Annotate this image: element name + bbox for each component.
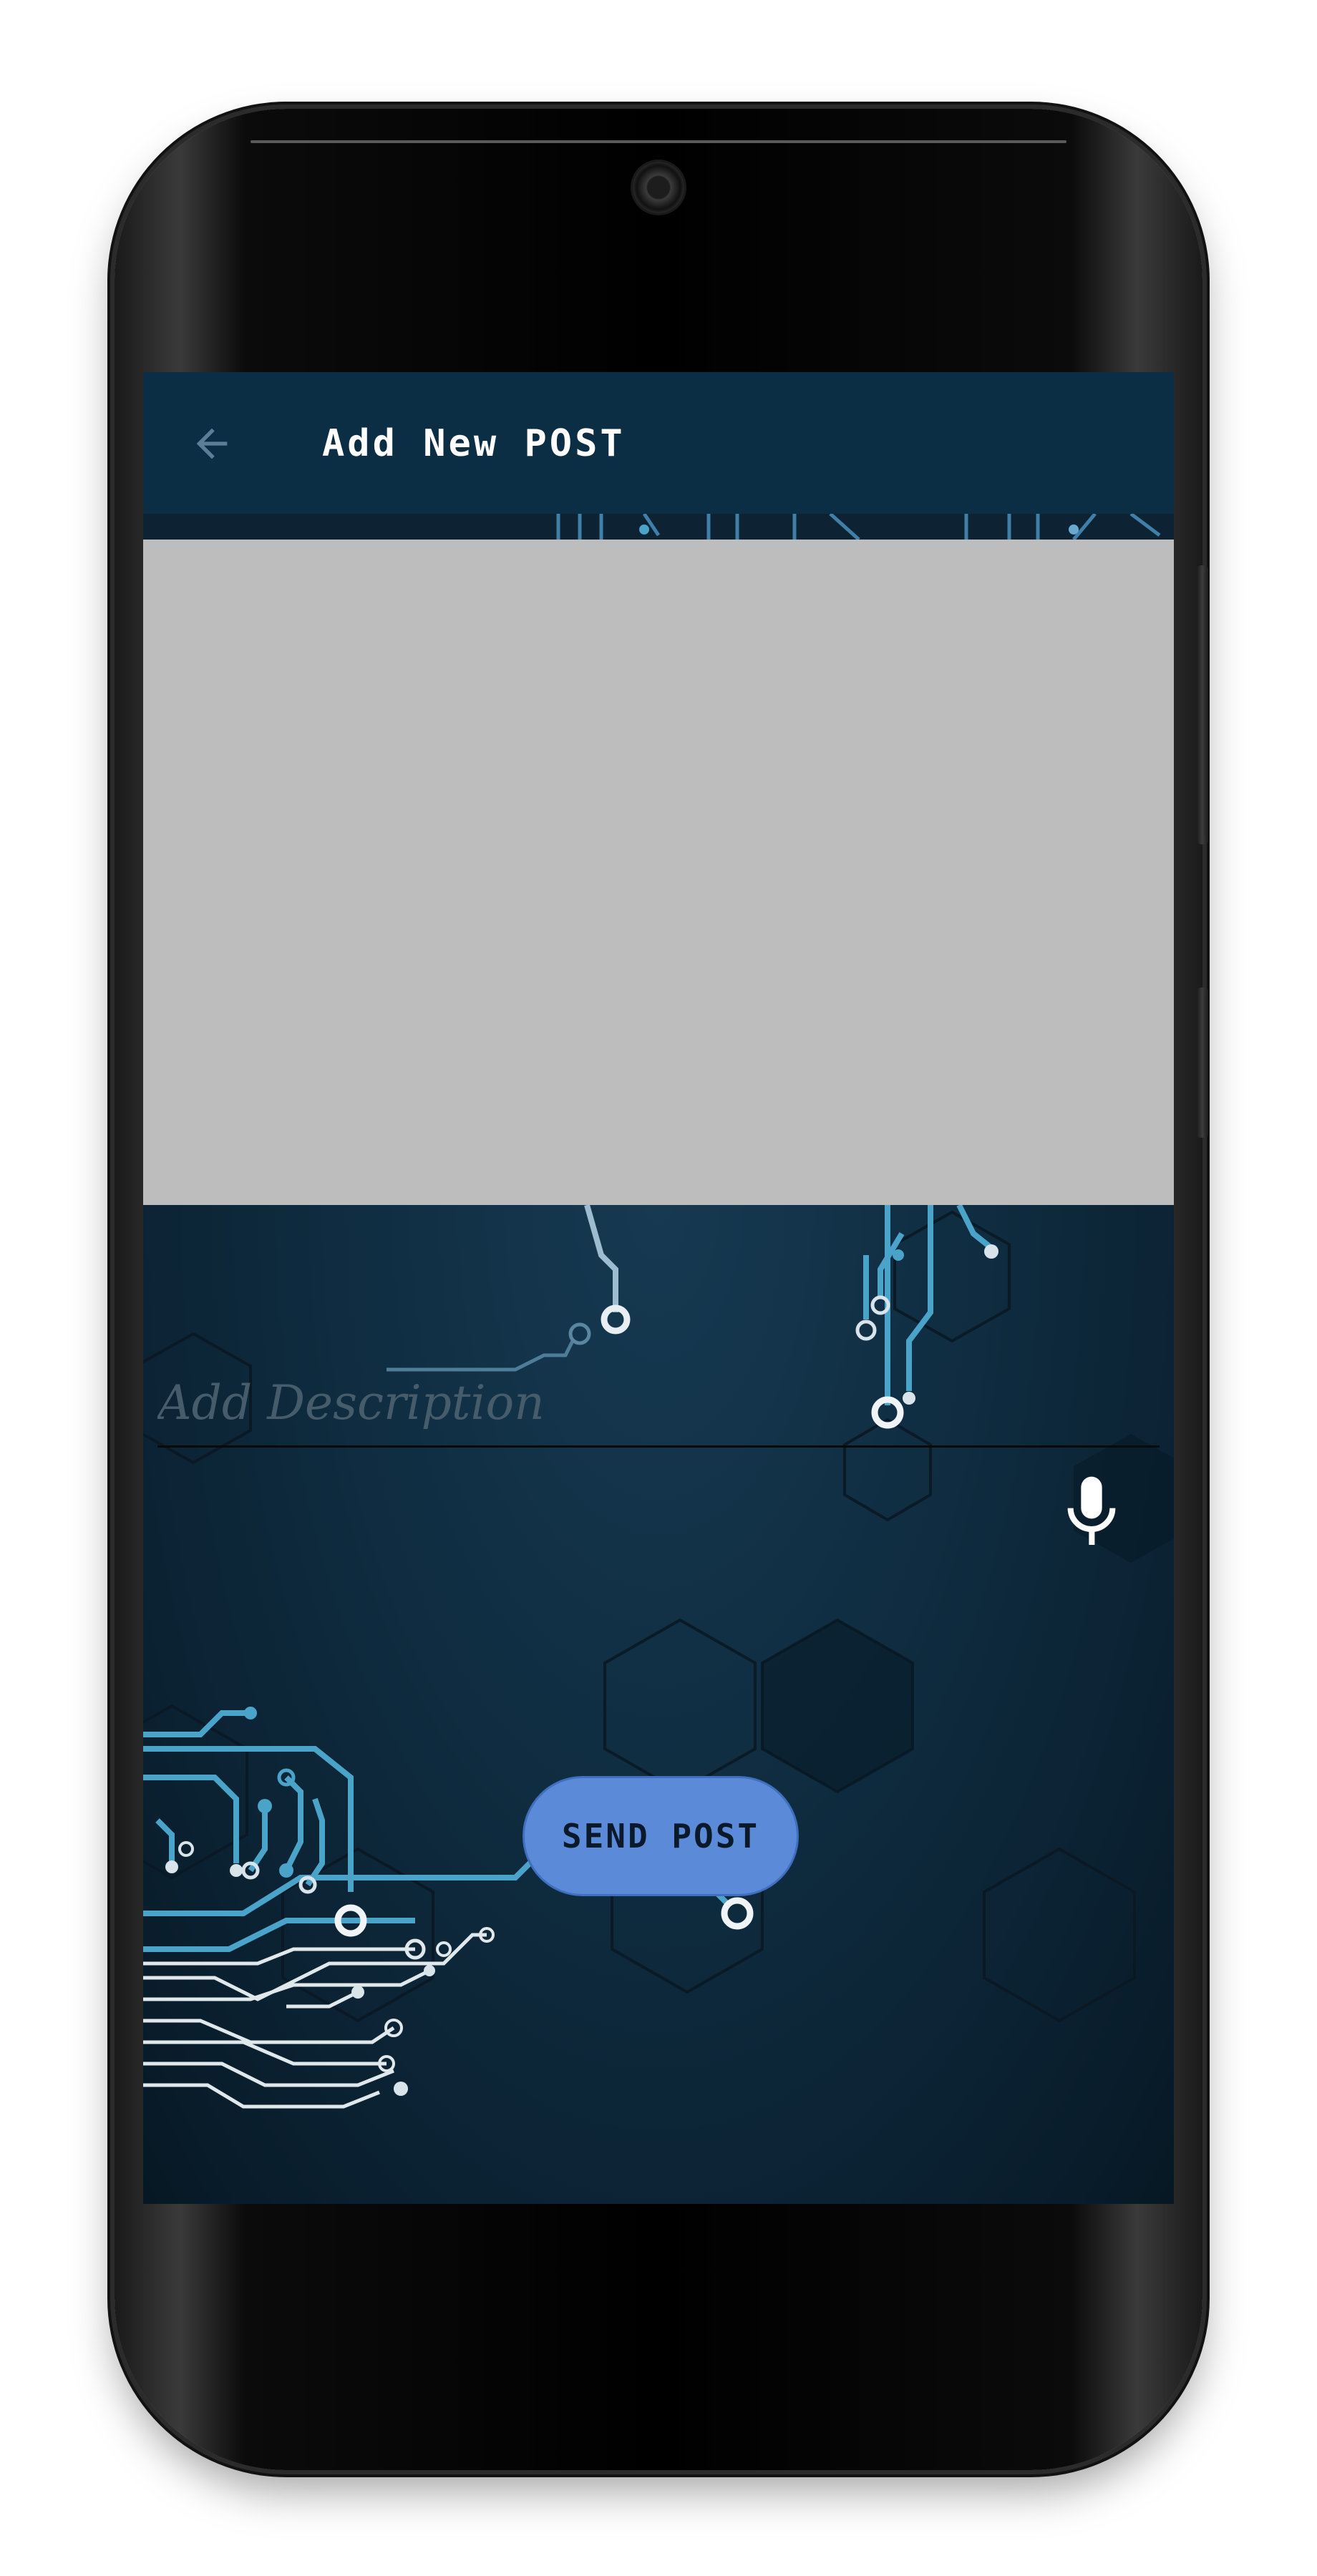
circuit-strip <box>143 512 1174 541</box>
volume-button <box>1197 987 1208 1138</box>
microphone-button[interactable] <box>1052 1467 1131 1560</box>
description-input[interactable] <box>157 1360 1160 1448</box>
send-post-button[interactable]: SEND POST <box>523 1776 799 1896</box>
page-title: Add New POST <box>322 422 626 465</box>
app-screen: Add New POST Add Description SEND POST <box>143 372 1174 2204</box>
arrow-left-icon <box>196 428 228 459</box>
back-button[interactable] <box>183 415 240 472</box>
microphone-icon <box>1067 1476 1116 1545</box>
front-camera <box>633 162 684 213</box>
circuit-background <box>143 1205 1174 2109</box>
post-image-placeholder[interactable] <box>143 540 1174 1205</box>
app-bar: Add New POST <box>143 372 1174 514</box>
phone-top-rim <box>251 140 1066 143</box>
power-button <box>1197 565 1208 844</box>
